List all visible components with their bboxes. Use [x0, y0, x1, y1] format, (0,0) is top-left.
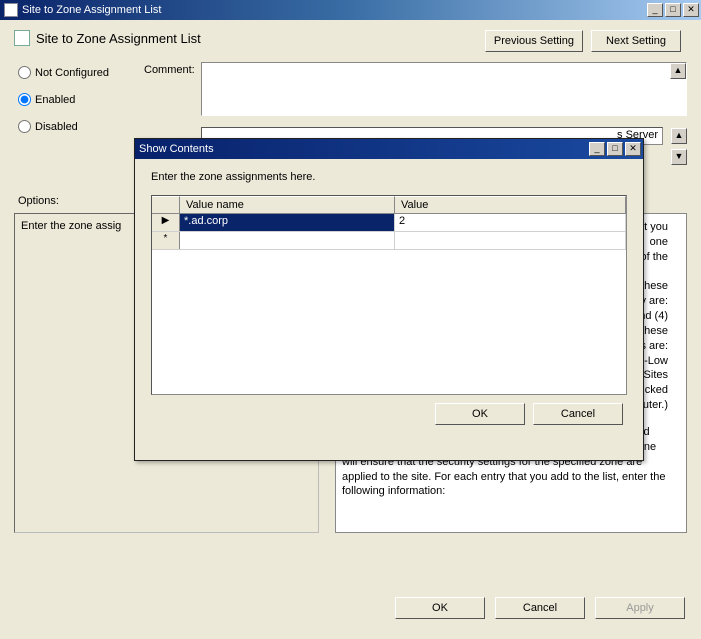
dialog-ok-button[interactable]: OK: [435, 403, 525, 425]
col-value[interactable]: Value: [395, 196, 626, 213]
supports-scroll-up[interactable]: ▲: [671, 128, 687, 144]
row-indicator: *: [152, 232, 180, 249]
cell-value[interactable]: [395, 232, 626, 249]
dialog-minimize-button[interactable]: _: [589, 142, 605, 156]
supports-scroll-down[interactable]: ▼: [671, 149, 687, 165]
dialog-instruction: Enter the zone assignments here.: [151, 171, 627, 183]
radio-disabled-input[interactable]: [18, 120, 31, 133]
grid-corner: [152, 196, 180, 213]
next-setting-button[interactable]: Next Setting: [591, 30, 681, 52]
show-contents-dialog: Show Contents _ □ ✕ Enter the zone assig…: [134, 138, 644, 461]
app-icon: [4, 3, 18, 17]
radio-not-configured-input[interactable]: [18, 66, 31, 79]
cell-value-name[interactable]: *.ad.corp: [180, 214, 395, 231]
previous-setting-button[interactable]: Previous Setting: [485, 30, 583, 52]
comment-textarea[interactable]: [201, 62, 687, 116]
row-indicator: ▶: [152, 214, 180, 231]
zone-grid[interactable]: Value name Value ▶ *.ad.corp 2 *: [151, 195, 627, 395]
dialog-maximize-button[interactable]: □: [607, 142, 623, 156]
window-title: Site to Zone Assignment List: [22, 4, 161, 16]
dialog-title: Show Contents: [139, 143, 214, 155]
main-button-bar: OK Cancel Apply: [0, 583, 701, 619]
radio-disabled[interactable]: Disabled: [18, 120, 144, 133]
comment-scroll-up[interactable]: ▲: [670, 63, 686, 79]
apply-button[interactable]: Apply: [595, 597, 685, 619]
cancel-button[interactable]: Cancel: [495, 597, 585, 619]
dialog-cancel-button[interactable]: Cancel: [533, 403, 623, 425]
grid-row-new[interactable]: *: [152, 232, 626, 250]
grid-row[interactable]: ▶ *.ad.corp 2: [152, 214, 626, 232]
radio-enabled[interactable]: Enabled: [18, 93, 144, 106]
cell-value-name[interactable]: [180, 232, 395, 249]
radio-not-configured[interactable]: Not Configured: [18, 66, 144, 79]
minimize-button[interactable]: _: [647, 3, 663, 17]
policy-icon: [14, 30, 30, 46]
main-titlebar: Site to Zone Assignment List _ □ ✕: [0, 0, 701, 20]
radio-enabled-input[interactable]: [18, 93, 31, 106]
dialog-titlebar: Show Contents _ □ ✕: [135, 139, 643, 159]
options-text: Enter the zone assig: [21, 220, 121, 232]
cell-value[interactable]: 2: [395, 214, 626, 231]
col-value-name[interactable]: Value name: [180, 196, 395, 213]
dialog-close-button[interactable]: ✕: [625, 142, 641, 156]
close-button[interactable]: ✕: [683, 3, 699, 17]
ok-button[interactable]: OK: [395, 597, 485, 619]
page-title: Site to Zone Assignment List: [36, 31, 201, 46]
maximize-button[interactable]: □: [665, 3, 681, 17]
